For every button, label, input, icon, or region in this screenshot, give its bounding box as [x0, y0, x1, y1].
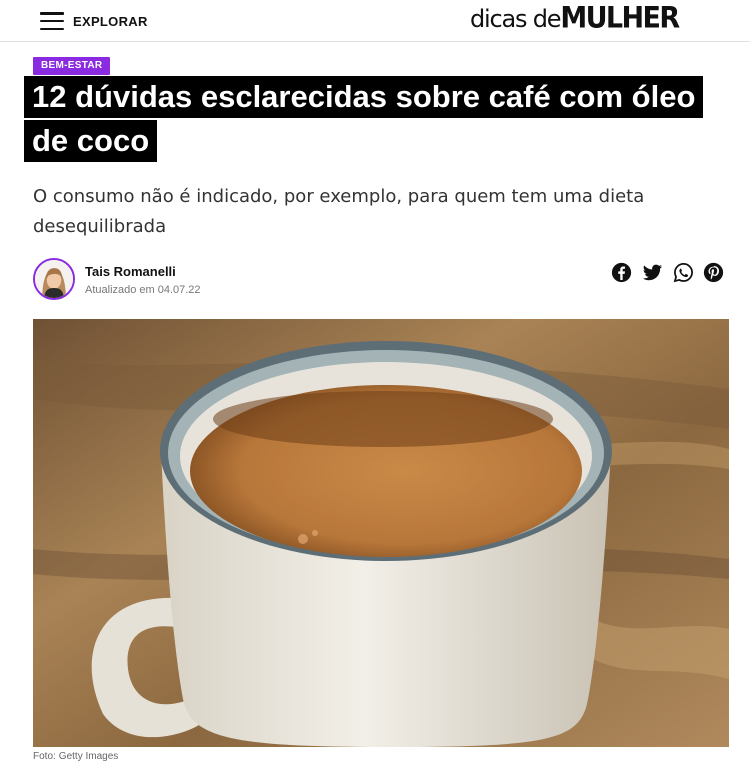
article-title: 12 dúvidas esclarecidas sobre café com ó…: [24, 75, 740, 163]
logo-text-bold: MULHER: [560, 1, 680, 36]
site-header: EXPLORAR dicas de MULHER: [0, 0, 750, 42]
image-credit-label: Foto:: [33, 751, 56, 762]
article-subtitle: O consumo não é indicado, por exemplo, p…: [33, 186, 645, 237]
author-avatar[interactable]: [33, 258, 75, 300]
logo-text-regular: dicas de: [470, 5, 562, 33]
twitter-icon[interactable]: [642, 262, 663, 283]
share-whatsapp-button[interactable]: [672, 261, 694, 283]
site-logo[interactable]: dicas de MULHER: [470, 1, 680, 37]
facebook-icon[interactable]: [611, 262, 632, 283]
share-twitter-button[interactable]: [641, 261, 663, 283]
updated-label: Atualizado em: [85, 284, 155, 296]
article-title-text: 12 dúvidas esclarecidas sobre café com ó…: [24, 76, 704, 162]
category-badge[interactable]: BEM-ESTAR: [33, 57, 111, 75]
updated-date: 04.07.22: [157, 284, 201, 296]
author-name[interactable]: Tais Romanelli: [85, 264, 176, 279]
share-facebook-button[interactable]: [610, 261, 632, 283]
image-credit-source: Getty Images: [58, 751, 119, 762]
image-credit: Foto: Getty Images: [33, 751, 118, 762]
updated-timestamp: Atualizado em 04.07.22: [85, 284, 201, 296]
explore-menu-label[interactable]: EXPLORAR: [73, 14, 148, 29]
hamburger-menu-icon[interactable]: [40, 12, 64, 30]
share-pinterest-button[interactable]: [702, 261, 724, 283]
pinterest-icon[interactable]: [703, 262, 724, 283]
article-hero-image[interactable]: [33, 319, 729, 747]
coffee-mug-illustration: [33, 319, 729, 747]
whatsapp-icon[interactable]: [673, 262, 694, 283]
explore-menu-button[interactable]: EXPLORAR: [40, 9, 148, 33]
